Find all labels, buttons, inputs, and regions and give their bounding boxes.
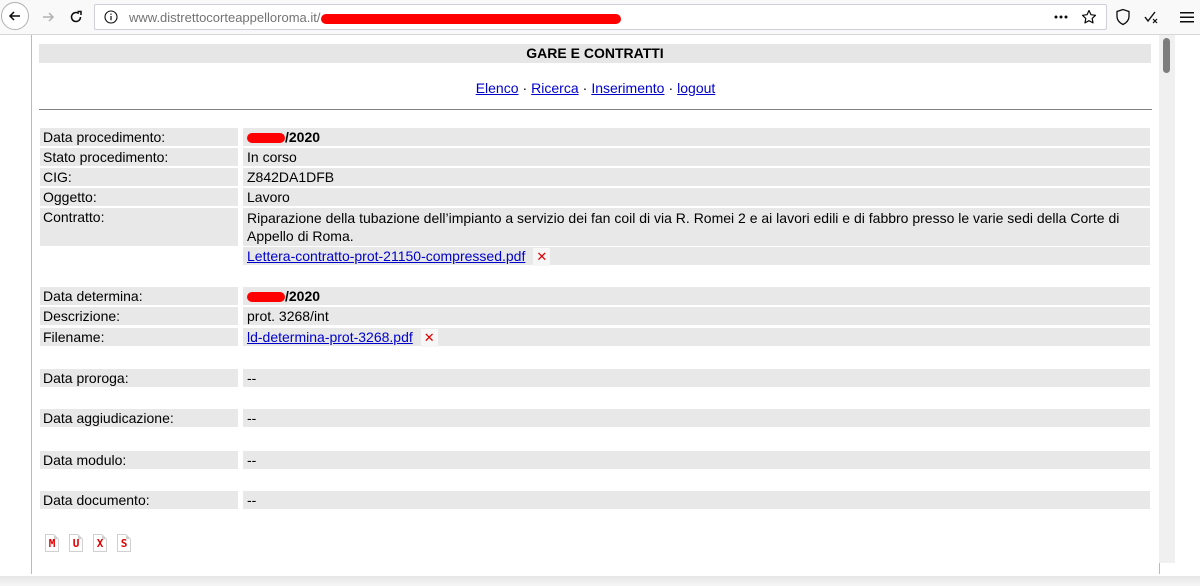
upload-document-icon[interactable]: U xyxy=(69,534,83,552)
row-stato-procedimento: Stato procedimento: In corso xyxy=(40,148,1151,166)
tracking-protection-icon[interactable] xyxy=(1113,7,1133,27)
value-contratto: Riparazione della tubazione dell’impiant… xyxy=(243,208,1150,246)
delete-contratto-file-icon[interactable]: ✕ xyxy=(533,248,551,266)
row-contratto: Contratto: Riparazione della tubazione d… xyxy=(40,208,1151,246)
value-descrizione: prot. 3268/int xyxy=(243,307,1150,325)
row-filename: Filename: ld-determina-prot-3268.pdf ✕ xyxy=(40,328,1151,347)
nav-links: Elenco · Ricerca · Inserimento · logout xyxy=(32,79,1159,97)
bookmark-star-icon[interactable] xyxy=(1080,8,1098,26)
page-viewport: GARE E CONTRATTI Elenco · Ricerca · Inserime… xyxy=(0,35,1200,586)
row-data-documento: Data documento: -- xyxy=(40,491,1151,509)
save-document-icon[interactable]: S xyxy=(117,534,131,552)
date-year: /2020 xyxy=(285,288,321,304)
contratto-file-link[interactable]: Lettera-contratto-prot-21150-compressed.… xyxy=(247,248,525,264)
divider xyxy=(39,109,1152,110)
label-cig: CIG: xyxy=(40,168,238,186)
action-icons: M U X S xyxy=(45,534,131,552)
label-contratto: Contratto: xyxy=(40,208,238,246)
row-data-determina: Data determina: /2020 xyxy=(40,287,1151,305)
value-data-documento: -- xyxy=(243,491,1150,509)
value-data-determina: /2020 xyxy=(243,287,1150,305)
nav-link-logout[interactable]: logout xyxy=(677,80,715,96)
scrollbar-thumb[interactable] xyxy=(1163,38,1170,73)
value-oggetto: Lavoro xyxy=(243,188,1150,206)
url-actions xyxy=(1052,8,1098,26)
reload-button[interactable] xyxy=(62,3,90,31)
window-bottom-edge xyxy=(0,576,1200,586)
value-contratto-file: Lettera-contratto-prot-21150-compressed.… xyxy=(243,247,1150,266)
determina-file-link[interactable]: ld-determina-prot-3268.pdf xyxy=(247,329,413,345)
nav-link-inserimento[interactable]: Inserimento xyxy=(591,80,664,96)
forward-arrow-icon xyxy=(43,12,55,22)
nav-separator: · xyxy=(668,80,674,96)
nav-link-elenco[interactable]: Elenco xyxy=(476,80,519,96)
value-filename: ld-determina-prot-3268.pdf ✕ xyxy=(243,328,1150,347)
nav-separator: · xyxy=(522,80,528,96)
browser-toolbar: www.distrettocorteappelloroma.it/ xyxy=(0,0,1200,35)
back-arrow-icon xyxy=(8,11,20,21)
page-actions-icon[interactable] xyxy=(1052,8,1070,26)
row-data-modulo: Data modulo: -- xyxy=(40,451,1151,469)
delete-document-icon[interactable]: X xyxy=(93,534,107,552)
hamburger-menu-icon[interactable] xyxy=(1177,7,1197,27)
url-domain: www.distrettocorteappelloroma.it/ xyxy=(129,10,321,25)
site-info-icon[interactable] xyxy=(104,10,118,24)
date-year: /2020 xyxy=(285,129,321,145)
label-data-aggiudicazione: Data aggiudicazione: xyxy=(40,409,238,427)
page-title: GARE E CONTRATTI xyxy=(39,44,1151,63)
label-data-determina: Data determina: xyxy=(40,287,238,305)
url-bar[interactable]: www.distrettocorteappelloroma.it/ xyxy=(94,4,1107,30)
row-descrizione: Descrizione: prot. 3268/int xyxy=(40,307,1151,325)
row-cig: CIG: Z842DA1DFB xyxy=(40,168,1151,186)
row-contratto-file: Lettera-contratto-prot-21150-compressed.… xyxy=(40,247,1151,266)
row-data-procedimento: Data procedimento: /2020 xyxy=(40,128,1151,146)
value-data-modulo: -- xyxy=(243,451,1150,469)
value-data-aggiudicazione: -- xyxy=(243,409,1150,427)
delete-determina-file-icon[interactable]: ✕ xyxy=(420,329,438,347)
date-redaction-mark xyxy=(247,292,285,303)
row-data-proroga: Data proroga: -- xyxy=(40,369,1151,387)
label-filename: Filename: xyxy=(40,328,238,346)
value-data-procedimento: /2020 xyxy=(243,128,1150,146)
reload-icon xyxy=(70,10,82,23)
vertical-scrollbar[interactable] xyxy=(1159,35,1175,563)
nav-separator: · xyxy=(582,80,588,96)
row-data-aggiudicazione: Data aggiudicazione: -- xyxy=(40,409,1151,427)
nav-link-ricerca[interactable]: Ricerca xyxy=(531,80,578,96)
empty-label-cell xyxy=(40,247,238,265)
reader-extension-icon[interactable] xyxy=(1141,7,1161,27)
label-data-modulo: Data modulo: xyxy=(40,451,238,469)
forward-button[interactable] xyxy=(34,3,62,31)
url-redaction-mark xyxy=(321,13,622,24)
value-cig: Z842DA1DFB xyxy=(243,168,1150,186)
value-data-proroga: -- xyxy=(243,369,1150,387)
url-text[interactable]: www.distrettocorteappelloroma.it/ xyxy=(129,10,622,25)
label-data-documento: Data documento: xyxy=(40,491,238,509)
date-redaction-mark xyxy=(247,133,285,144)
value-stato-procedimento: In corso xyxy=(243,148,1150,166)
content-panel: GARE E CONTRATTI Elenco · Ricerca · Inserime… xyxy=(31,35,1160,574)
row-oggetto: Oggetto: Lavoro xyxy=(40,188,1151,206)
label-descrizione: Descrizione: xyxy=(40,307,238,325)
label-oggetto: Oggetto: xyxy=(40,188,238,206)
label-data-proroga: Data proroga: xyxy=(40,369,238,387)
modify-document-icon[interactable]: M xyxy=(45,534,59,552)
label-stato-procedimento: Stato procedimento: xyxy=(40,148,238,166)
label-data-procedimento: Data procedimento: xyxy=(40,128,238,146)
back-button[interactable] xyxy=(1,2,29,30)
